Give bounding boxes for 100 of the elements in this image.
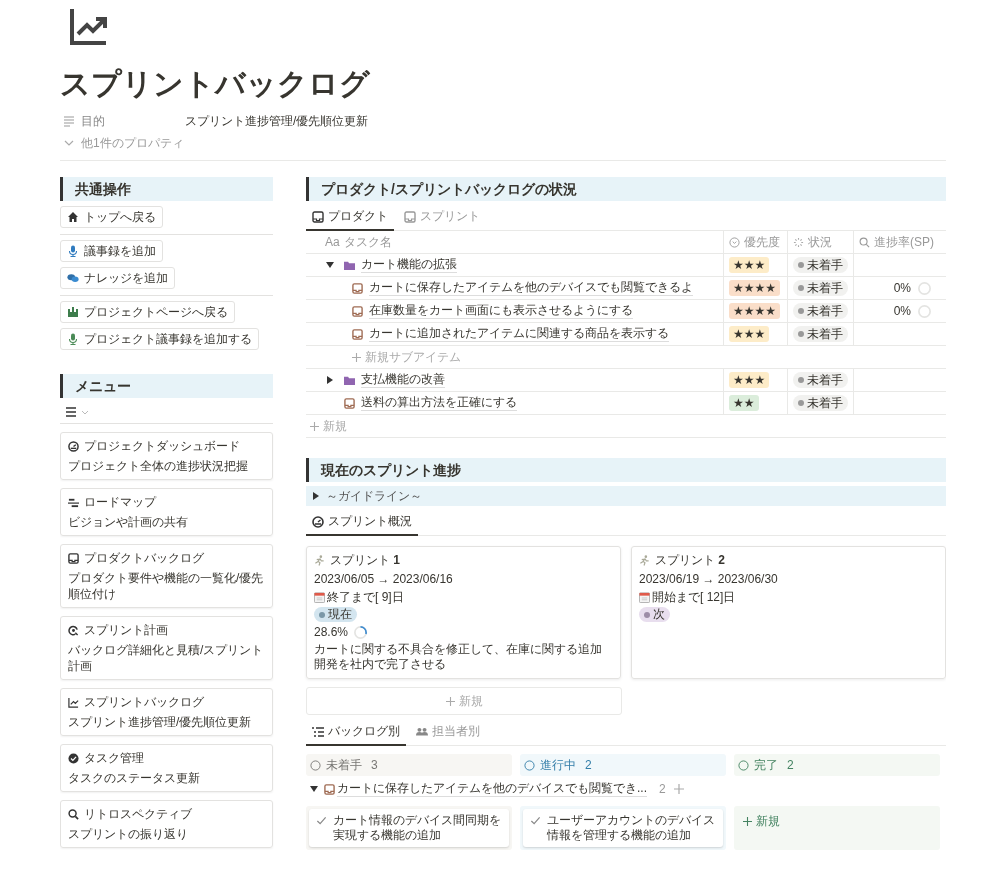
task-name[interactable]: カートに追加されたアイテムに関連する商品を表示する xyxy=(369,326,669,342)
circle-icon xyxy=(524,759,535,771)
microphone-icon xyxy=(67,333,79,345)
action-button[interactable]: 議事録を追加 xyxy=(60,240,163,262)
board-column-header: 進行中 2 xyxy=(520,754,726,776)
microphone-icon xyxy=(67,245,79,257)
sprint-title: スプリント 1 xyxy=(330,552,401,568)
menu-card-description: ビジョンや計画の共有 xyxy=(68,514,189,530)
tray-icon xyxy=(404,210,416,223)
menu-card[interactable]: リトロスペクティブ スプリントの振り返り xyxy=(60,800,273,848)
plus-icon xyxy=(743,817,752,826)
priority-tag: ★★★ xyxy=(729,326,770,342)
countdown: 開始まで[ 12]日 xyxy=(652,589,736,605)
caret-icon[interactable] xyxy=(326,376,334,384)
runner-icon xyxy=(314,554,325,566)
task-name[interactable]: カート機能の拡張 xyxy=(361,257,457,273)
page-title: スプリントバックログ xyxy=(60,66,371,102)
people-icon xyxy=(416,725,428,738)
menu-card[interactable]: スプリント計画 バックログ詳細化と見積/スプリント計画 xyxy=(60,616,273,680)
tray-icon xyxy=(312,210,324,223)
priority-tag: ★★★★ xyxy=(729,280,781,296)
tray-icon xyxy=(324,783,335,795)
menu-card[interactable]: スプリントバックログ スプリント進捗管理/優先順位更新 xyxy=(60,688,273,736)
section-heading: プロダクト/スプリントバックログの状況 xyxy=(306,177,946,201)
sprint-goal: カートに関する不具合を修正して、在庫に関する追加開発を社内で完了させる xyxy=(314,642,603,672)
property-value[interactable]: スプリント進捗管理/優先順位更新 xyxy=(185,112,369,130)
search-icon xyxy=(68,808,79,820)
list-icon xyxy=(312,725,324,738)
view-tab[interactable]: バックログ別 xyxy=(306,721,406,746)
countdown: 終了まで[ 9]日 xyxy=(327,589,404,605)
bar-chart-icon xyxy=(67,306,79,318)
task-name[interactable]: 送料の算出方法を正確にする xyxy=(361,395,517,411)
chat-icon xyxy=(67,272,79,284)
board-column-header: 未着手 3 xyxy=(306,754,512,776)
menu-card-description: スプリントの振り返り xyxy=(68,826,189,842)
section-heading: メニュー xyxy=(60,374,273,398)
task-name[interactable]: 支払機能の改善 xyxy=(361,372,445,388)
progress-ring xyxy=(917,280,932,296)
menu-card-title: ロードマップ xyxy=(84,494,156,510)
tray-icon xyxy=(352,305,363,317)
menu-card-description: バックログ詳細化と見積/スプリント計画 xyxy=(68,642,265,674)
view-tab[interactable]: スプリント概況 xyxy=(306,511,418,536)
loading-icon xyxy=(793,236,804,248)
board-column-header: 完了 2 xyxy=(734,754,940,776)
select-icon xyxy=(729,236,740,248)
priority-tag: ★★★ xyxy=(729,372,770,388)
circle-icon xyxy=(310,759,321,771)
action-button[interactable]: プロジェクトページへ戻る xyxy=(60,301,235,323)
menu-card-title: プロダクトバックログ xyxy=(84,550,204,566)
menu-card[interactable]: プロダクトバックログ プロダクト要件や機能の一覧化/優先順位付け xyxy=(60,544,273,608)
text-type-icon: Aa xyxy=(325,235,340,249)
task-card[interactable]: ユーザーアカウントのデバイス情報を管理する機能の追加 xyxy=(523,809,723,847)
menu-card-description: スプリント進捗管理/優先順位更新 xyxy=(68,714,253,730)
caret-icon[interactable] xyxy=(310,785,318,793)
toggle-block[interactable]: ～ガイドライン～ xyxy=(306,486,946,506)
check-icon xyxy=(530,815,541,826)
sprint-card[interactable]: スプリント 1 2023/06/05 → 2023/06/16 終了まで[ 9]日 現在 28.6% カートに関する不具合を修正して、在庫に関する追加開発を社内で完了させる xyxy=(306,546,621,679)
sprint-title: スプリント 2 xyxy=(655,552,726,568)
runner-icon xyxy=(639,554,650,566)
view-tab[interactable]: プロダクト xyxy=(306,206,394,231)
check-icon xyxy=(316,815,327,826)
text-lines-icon xyxy=(63,115,75,127)
menu-card-title: タスク管理 xyxy=(84,750,144,766)
menu-card-title: スプリントバックログ xyxy=(84,694,204,710)
sprint-status-tag: 次 xyxy=(639,607,670,622)
action-button[interactable]: プロジェクト議事録を追加する xyxy=(60,328,259,350)
sprint-card[interactable]: スプリント 2 2023/06/19 → 2023/06/30 開始まで[ 12]日 次 xyxy=(631,546,946,679)
action-button[interactable]: ナレッジを追加 xyxy=(60,267,175,289)
sprint-status-tag: 現在 xyxy=(314,607,357,622)
progress-ring xyxy=(353,624,369,640)
priority-tag: ★★★★ xyxy=(729,303,781,319)
calendar-icon xyxy=(639,591,650,603)
gauge-icon xyxy=(312,515,324,528)
menu-card-title: プロジェクトダッシュボード xyxy=(84,438,240,454)
task-name[interactable]: 在庫数量をカート画面にも表示させるようにする xyxy=(369,303,633,319)
group-count: 2 xyxy=(659,782,666,796)
home-icon xyxy=(67,211,79,223)
status-tag: 未着手 xyxy=(793,303,848,319)
progress-ring xyxy=(917,303,932,319)
menu-card-title: スプリント計画 xyxy=(84,622,168,638)
calendar-icon xyxy=(314,591,325,603)
task-card[interactable]: カート情報のデバイス間同期を実現する機能の追加 xyxy=(309,809,509,847)
group-title[interactable]: カートに保存したアイテムを他のデバイスでも閲覧でき... xyxy=(337,781,647,797)
check-circle-icon xyxy=(68,752,79,764)
property-label: 目的 xyxy=(81,112,106,130)
menu-card-description: プロダクト要件や機能の一覧化/優先順位付け xyxy=(68,570,265,602)
status-tag: 未着手 xyxy=(793,395,848,411)
progress-value: 0% xyxy=(893,304,911,318)
progress-value: 28.6% xyxy=(314,624,349,640)
caret-icon[interactable] xyxy=(326,261,334,269)
trend-icon xyxy=(69,6,109,46)
cycle-icon xyxy=(68,624,79,636)
menu-card[interactable]: タスク管理 タスクのステータス更新 xyxy=(60,744,273,792)
tray-icon xyxy=(352,328,363,340)
menu-card[interactable]: ロードマップ ビジョンや計画の共有 xyxy=(60,488,273,536)
caret-icon[interactable] xyxy=(312,492,320,500)
action-button[interactable]: トップへ戻る xyxy=(60,206,163,228)
menu-card[interactable]: プロジェクトダッシュボード プロジェクト全体の進捗状況把握 xyxy=(60,432,273,480)
status-tag: 未着手 xyxy=(793,257,848,273)
task-name[interactable]: カートに保存したアイテムを他のデバイスでも閲覧できるよ xyxy=(369,280,693,296)
